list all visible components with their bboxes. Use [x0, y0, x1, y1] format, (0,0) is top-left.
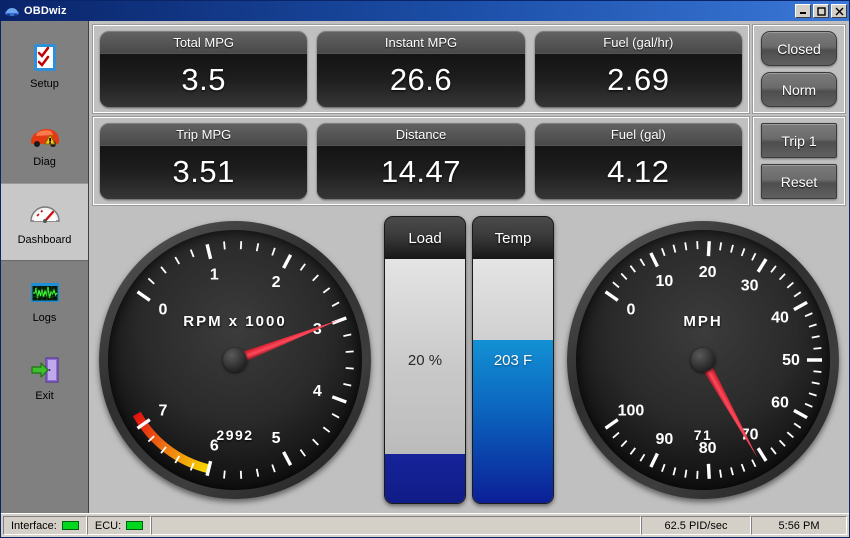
readout-value: 26.6 [317, 53, 524, 107]
ecu-label: ECU: [95, 520, 121, 532]
exit-door-icon [28, 354, 62, 386]
readout-total-mpg: Total MPG 3.5 [100, 31, 307, 107]
ecu-led-icon [126, 521, 143, 530]
ecu-status: ECU: [87, 516, 151, 535]
button-group-1: Closed Norm [753, 25, 845, 113]
temp-bar-title: Temp [473, 217, 553, 259]
svg-text:0: 0 [158, 302, 167, 319]
sidebar-item-diag[interactable]: Diag [1, 105, 88, 183]
svg-text:90: 90 [656, 431, 674, 448]
readout-value: 4.12 [535, 145, 742, 199]
svg-text:50: 50 [782, 352, 800, 369]
load-bar-fill [385, 454, 465, 503]
svg-text:1: 1 [210, 266, 219, 283]
sidebar: Setup Diag [1, 21, 89, 513]
sidebar-item-label: Setup [30, 78, 59, 90]
load-bar-value: 20 % [385, 352, 465, 369]
interface-led-icon [62, 521, 79, 530]
clock: 5:56 PM [751, 516, 847, 535]
gauge-icon [28, 198, 62, 230]
svg-text:6: 6 [210, 438, 219, 455]
readout-row-2: Trip MPG 3.51 Distance 14.47 Fuel (gal) … [93, 117, 845, 205]
svg-text:100: 100 [618, 402, 645, 419]
readout-instant-mpg: Instant MPG 26.6 [317, 31, 524, 107]
sidebar-item-exit[interactable]: Exit [1, 339, 88, 417]
window-controls [795, 4, 847, 18]
load-bar-title: Load [385, 217, 465, 259]
svg-text:30: 30 [741, 277, 759, 294]
readout-group-2: Trip MPG 3.51 Distance 14.47 Fuel (gal) … [93, 117, 749, 205]
bar-gauges: Load 20 % Temp 203 F [384, 216, 554, 504]
sidebar-item-label: Dashboard [18, 234, 72, 246]
interface-label: Interface: [11, 520, 57, 532]
title-bar: OBDwiz [1, 1, 849, 21]
trip-select-button[interactable]: Trip 1 [761, 123, 837, 158]
readout-title: Total MPG [100, 31, 307, 53]
car-icon [4, 4, 20, 18]
tachometer-face: 01234567 RPM x 1000 2992 [108, 230, 362, 490]
svg-text:4: 4 [313, 383, 322, 400]
waveform-icon [28, 276, 62, 308]
pid-rate: 62.5 PID/sec [641, 516, 751, 535]
car-warning-icon [28, 120, 62, 152]
load-bar-gauge: Load 20 % [384, 216, 466, 504]
readout-value: 3.51 [100, 145, 307, 199]
sidebar-item-label: Diag [33, 156, 56, 168]
readout-group-1: Total MPG 3.5 Instant MPG 26.6 Fuel (gal… [93, 25, 749, 113]
svg-text:20: 20 [699, 264, 717, 281]
window-body: Setup Diag [1, 21, 849, 513]
tachometer-gauge: 01234567 RPM x 1000 2992 [99, 221, 371, 499]
load-bar-track: 20 % [385, 259, 465, 503]
readout-row-1: Total MPG 3.5 Instant MPG 26.6 Fuel (gal… [93, 25, 845, 113]
gauge-area: 01234567 RPM x 1000 2992 Load 20 % [93, 209, 845, 513]
readout-distance: Distance 14.47 [317, 123, 524, 199]
speedometer-face: 0102030405060708090100 MPH 71 [576, 230, 830, 490]
mode-norm-button[interactable]: Norm [761, 72, 837, 107]
sidebar-item-logs[interactable]: Logs [1, 261, 88, 339]
svg-text:60: 60 [771, 395, 789, 412]
temp-bar-gauge: Temp 203 F [472, 216, 554, 504]
svg-text:0: 0 [626, 302, 635, 319]
svg-text:5: 5 [272, 430, 281, 447]
svg-text:40: 40 [771, 309, 789, 326]
sidebar-item-label: Logs [33, 312, 57, 324]
main-content: Total MPG 3.5 Instant MPG 26.6 Fuel (gal… [89, 21, 849, 513]
window-title: OBDwiz [24, 5, 795, 17]
interface-status: Interface: [3, 516, 87, 535]
readout-value: 3.5 [100, 53, 307, 107]
close-button[interactable] [831, 4, 847, 18]
readout-title: Fuel (gal/hr) [535, 31, 742, 53]
temp-bar-value: 203 F [473, 352, 553, 369]
readout-value: 14.47 [317, 145, 524, 199]
sidebar-item-setup[interactable]: Setup [1, 27, 88, 105]
maximize-button[interactable] [813, 4, 829, 18]
application-window: OBDwiz [0, 0, 850, 538]
readout-title: Instant MPG [317, 31, 524, 53]
readout-title: Trip MPG [100, 123, 307, 145]
readout-trip-mpg: Trip MPG 3.51 [100, 123, 307, 199]
checklist-icon [28, 42, 62, 74]
readout-title: Distance [317, 123, 524, 145]
svg-text:80: 80 [699, 440, 717, 457]
readout-fuel-rate: Fuel (gal/hr) 2.69 [535, 31, 742, 107]
speedometer-gauge: 0102030405060708090100 MPH 71 [567, 221, 839, 499]
tachometer-hub [223, 348, 247, 372]
status-bar: Interface: ECU: 62.5 PID/sec 5:56 PM [1, 513, 849, 537]
readout-title: Fuel (gal) [535, 123, 742, 145]
temp-bar-track: 203 F [473, 259, 553, 503]
status-message [151, 516, 641, 535]
button-group-2: Trip 1 Reset [753, 117, 845, 205]
readout-fuel-total: Fuel (gal) 4.12 [535, 123, 742, 199]
svg-text:2: 2 [272, 274, 281, 291]
minimize-button[interactable] [795, 4, 811, 18]
throttle-state-button[interactable]: Closed [761, 31, 837, 66]
speedometer-hub [691, 348, 715, 372]
reset-button[interactable]: Reset [761, 164, 837, 199]
svg-text:7: 7 [158, 402, 167, 419]
sidebar-item-label: Exit [35, 390, 53, 402]
svg-text:10: 10 [656, 273, 674, 290]
readout-value: 2.69 [535, 53, 742, 107]
sidebar-item-dashboard[interactable]: Dashboard [1, 183, 88, 261]
